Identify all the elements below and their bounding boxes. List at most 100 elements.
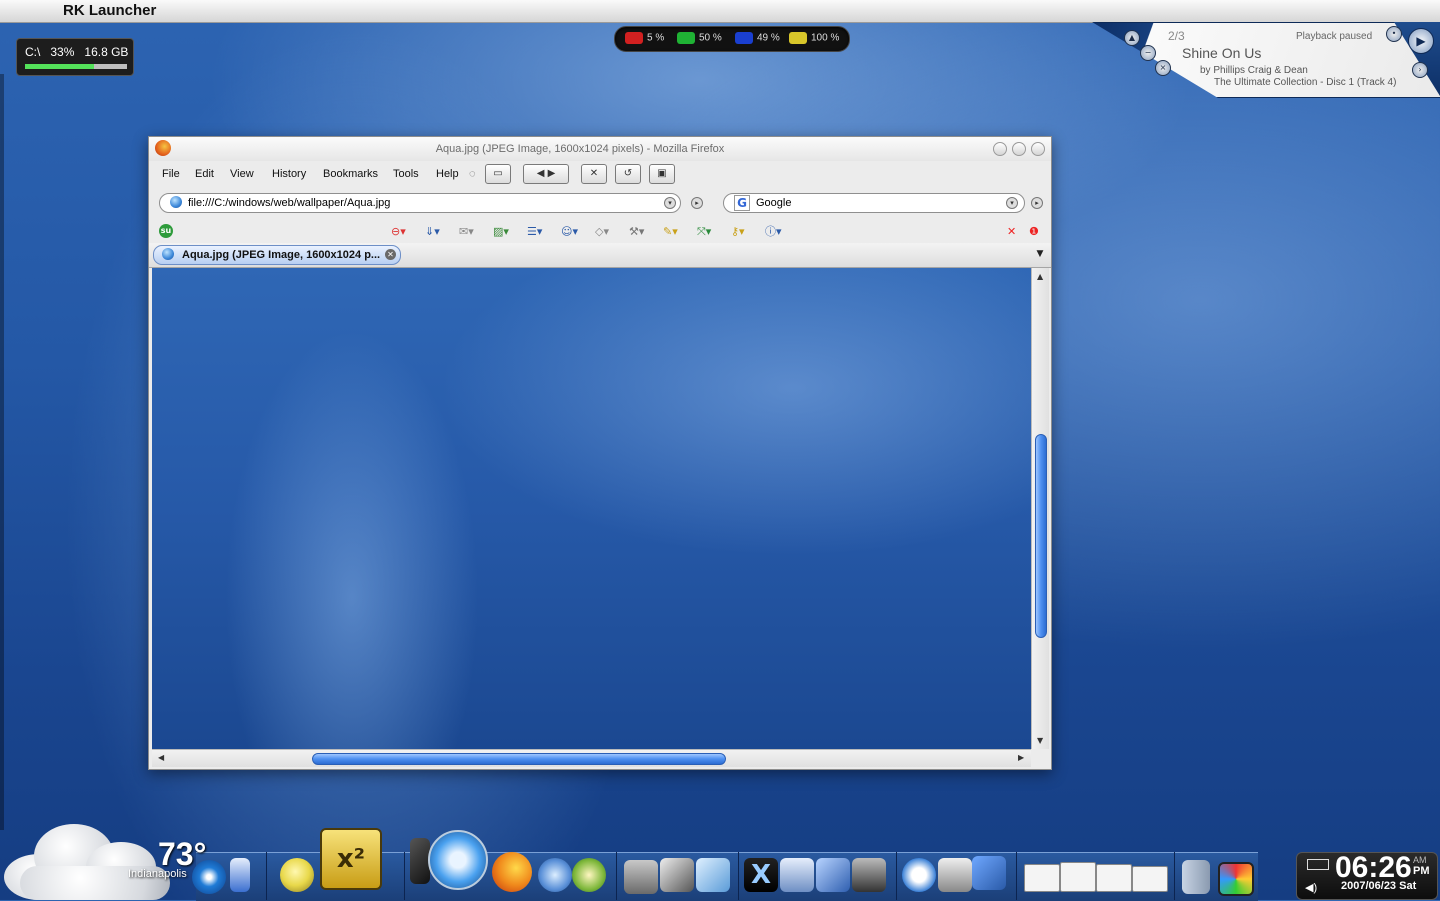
dock-divider: [616, 852, 617, 900]
horizontal-scrollbar[interactable]: ◀ ▶: [152, 749, 1031, 767]
window-thumbnail-2[interactable]: [1060, 862, 1096, 892]
x-app-icon[interactable]: X: [744, 858, 778, 892]
stop-button[interactable]: ✕: [581, 164, 607, 184]
drive-usage-fill: [25, 64, 95, 69]
firefox-window: Aqua.jpg (JPEG Image, 1600x1024 pixels) …: [148, 136, 1052, 770]
uninstall-icon[interactable]: [938, 858, 972, 892]
tab-label[interactable]: Aqua.jpg (JPEG Image, 1600x1024 p...: [182, 249, 380, 261]
menu-bookmarks[interactable]: Bookmarks: [323, 168, 378, 180]
settings-dock-icon[interactable]: [780, 858, 814, 892]
page-globe-icon: [170, 196, 182, 208]
thunderbird-icon[interactable]: [538, 858, 572, 892]
tab-aqua[interactable]: Aqua.jpg (JPEG Image, 1600x1024 p... ✕: [153, 245, 401, 265]
window-button[interactable]: ▣: [649, 164, 675, 184]
m-app-icon[interactable]: [902, 858, 936, 892]
window-thumbnail-3[interactable]: [1096, 864, 1132, 892]
go-icon[interactable]: ▸: [691, 197, 703, 209]
menu-view[interactable]: View: [230, 168, 254, 180]
rocket-icon[interactable]: [230, 858, 250, 892]
battery-status-icon: [1307, 859, 1329, 870]
maximize-window-button[interactable]: [1012, 142, 1026, 156]
next-icon[interactable]: ›: [1412, 62, 1428, 78]
info-icon[interactable]: ⓘ▾: [765, 224, 789, 240]
menu-file[interactable]: File: [162, 168, 180, 180]
volume-icon[interactable]: ◀): [1305, 881, 1317, 894]
minimize-window-button[interactable]: [993, 142, 1007, 156]
user-icon[interactable]: ☺▾: [561, 224, 585, 240]
system-meter: 5 % 50 % 49 % 100 %: [614, 26, 850, 52]
key-icon[interactable]: ⚷▾: [731, 224, 755, 240]
mail-dock-icon[interactable]: [696, 858, 730, 892]
trash-icon[interactable]: [1182, 860, 1210, 894]
search-dropdown-icon[interactable]: ▾: [1006, 197, 1018, 209]
tools-dock-icon[interactable]: [660, 858, 694, 892]
reload-button[interactable]: ↺: [615, 164, 641, 184]
stop-icon[interactable]: ⊖▾: [391, 224, 415, 240]
cpu-meter: 5 %: [625, 32, 664, 44]
url-bar[interactable]: file:///C:/windows/web/wallpaper/Aqua.jp…: [159, 193, 681, 213]
tab-list-icon[interactable]: ▼: [1033, 247, 1047, 261]
search-go-icon[interactable]: ▸: [1031, 197, 1043, 209]
network-meter: 49 %: [735, 32, 780, 44]
cpu-icon: [625, 32, 643, 44]
download-icon[interactable]: ⇓▾: [425, 224, 449, 240]
play-button[interactable]: ▶: [1408, 28, 1434, 54]
network-icon: [735, 32, 753, 44]
minimize-icon[interactable]: −: [1140, 45, 1156, 61]
resize-icon[interactable]: ⤧▾: [697, 224, 721, 240]
stumbleupon-icon[interactable]: su: [159, 224, 173, 238]
forms-icon[interactable]: ☰▾: [527, 224, 551, 240]
safari-compass-icon[interactable]: [428, 830, 488, 890]
firefox-dock-icon[interactable]: [492, 852, 532, 892]
scroll-left-icon[interactable]: ◀: [158, 753, 164, 762]
pencil-icon[interactable]: ✎▾: [663, 224, 687, 240]
scroll-up-icon[interactable]: ▲: [1037, 272, 1043, 281]
menu-help[interactable]: Help: [436, 168, 459, 180]
settings-icon[interactable]: •: [1386, 26, 1402, 42]
windows-flag-icon[interactable]: [1218, 862, 1254, 896]
apple-icon[interactable]: [18, 2, 36, 20]
window-thumbnail-1[interactable]: [1024, 864, 1060, 892]
page-content-image: [152, 268, 1031, 749]
browser-green-icon[interactable]: [572, 858, 606, 892]
url-text[interactable]: file:///C:/windows/web/wallpaper/Aqua.jp…: [188, 197, 390, 209]
x2-app-icon[interactable]: x²: [320, 828, 382, 890]
close-toolbar-icon[interactable]: ✕: [1007, 224, 1031, 240]
gimp-icon[interactable]: [624, 860, 658, 894]
scroll-down-icon[interactable]: ▼: [1037, 736, 1043, 745]
cursor-icon[interactable]: [410, 838, 430, 884]
mail-icon[interactable]: ✉▾: [459, 224, 483, 240]
window-titlebar[interactable]: Aqua.jpg (JPEG Image, 1600x1024 pixels) …: [149, 137, 1051, 161]
notebook-icon[interactable]: [816, 858, 850, 892]
menu-edit[interactable]: Edit: [195, 168, 214, 180]
vertical-scroll-thumb[interactable]: [1035, 434, 1047, 638]
search-bar[interactable]: G Google ▾: [723, 193, 1025, 213]
close-icon[interactable]: ×: [1155, 60, 1171, 76]
search-engine-label[interactable]: Google: [756, 197, 791, 209]
scroll-right-icon[interactable]: ▶: [1018, 753, 1024, 762]
notes-icon[interactable]: [280, 858, 314, 892]
window-thumbnail-4[interactable]: [1132, 866, 1168, 892]
close-window-button[interactable]: [1031, 142, 1045, 156]
vertical-scrollbar[interactable]: ▲ ▼: [1031, 268, 1049, 749]
tab-globe-icon: [162, 248, 174, 260]
url-dropdown-icon[interactable]: ▾: [664, 197, 676, 209]
top-menubar: RK Launcher: [0, 0, 1440, 23]
alert-icon[interactable]: ❶: [1029, 224, 1053, 240]
horizontal-scroll-thumb[interactable]: [312, 753, 726, 765]
menu-tools[interactable]: Tools: [393, 168, 419, 180]
back-forward-button[interactable]: ◀ ▶: [523, 164, 569, 184]
network-dock-icon[interactable]: [972, 856, 1006, 890]
tab-close-icon[interactable]: ✕: [385, 249, 396, 260]
google-icon[interactable]: G: [734, 195, 750, 211]
extension-toolbar: su ⊖▾ ⇓▾ ✉▾ ▨▾ ☰▾ ☺▾ ◇▾ ⚒▾ ✎▾ ⤧▾ ⚷▾ ⓘ▾ ✕…: [149, 221, 1051, 243]
cube-icon[interactable]: ◇▾: [595, 224, 619, 240]
eject-icon[interactable]: ▲: [1124, 30, 1140, 46]
image-icon[interactable]: ▨▾: [493, 224, 517, 240]
tools-icon[interactable]: ⚒▾: [629, 224, 653, 240]
menu-history[interactable]: History: [272, 168, 306, 180]
weather-city: Indianapolis: [128, 868, 187, 880]
calculator-icon[interactable]: [852, 858, 886, 892]
clock-am: AM: [1413, 855, 1427, 865]
home-button[interactable]: ▭: [485, 164, 511, 184]
